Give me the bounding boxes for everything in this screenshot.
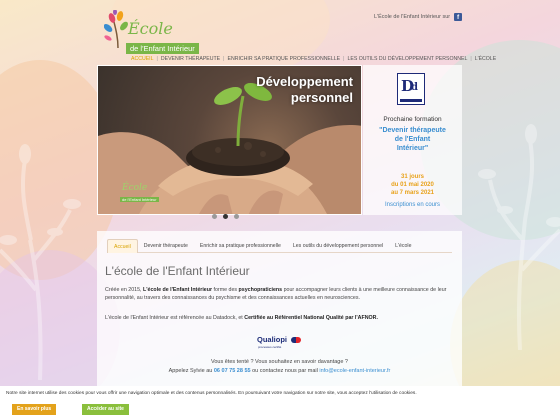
qualiopi-mark-icon xyxy=(291,337,301,343)
certification-paragraph: L'école de l'Enfant Intérieur est référe… xyxy=(105,315,378,321)
logo-title: École xyxy=(128,19,173,38)
tab-accueil[interactable]: Accueil xyxy=(107,238,138,253)
qualiopi-logo: Qualiopi processus certifié xyxy=(257,335,305,352)
nav-item-ecole[interactable]: L'ÉCOLE xyxy=(472,56,499,62)
hero-slider[interactable]: Développement personnel École de l'Enfan… xyxy=(97,65,362,215)
tab-ecole[interactable]: L'école xyxy=(389,239,417,253)
cta-question: Vous êtes tenté ? Vous souhaitez en savo… xyxy=(211,359,348,365)
promo-status[interactable]: Inscriptions en cours xyxy=(363,202,462,208)
cookie-accept-button[interactable]: Accéder au site xyxy=(82,404,129,415)
content-panel: Accueil Devenir thérapeute Enrichir sa p… xyxy=(97,231,462,401)
cta-contact: Appelez Sylvie au 06 07 75 28 55 ou cont… xyxy=(168,368,391,374)
facebook-link[interactable]: L'École de l'Enfant Intérieur sur f xyxy=(374,13,463,21)
slider-dot-active[interactable] xyxy=(223,214,228,219)
nav-item-enrichir-pratique[interactable]: ENRICHIR SA PRATIQUE PROFESSIONNELLE xyxy=(225,56,344,62)
cookie-more-button[interactable]: En savoir plus xyxy=(12,404,57,415)
facebook-link-text: L'École de l'Enfant Intérieur sur xyxy=(374,14,451,20)
page-title: L'école de l'Enfant Intérieur xyxy=(105,264,250,278)
slide-logo-title: École xyxy=(122,183,148,193)
intro-paragraph: Créée en 2015, L'école de l'Enfant Intér… xyxy=(105,287,447,302)
content-tabs: Accueil Devenir thérapeute Enrichir sa p… xyxy=(107,238,452,253)
tab-enrichir-pratique[interactable]: Enrichir sa pratique professionnelle xyxy=(194,239,287,253)
slider-pagination xyxy=(212,214,239,219)
slider-dot[interactable] xyxy=(234,214,239,219)
nav-item-accueil[interactable]: ACCUEIL xyxy=(128,56,157,62)
slide-logo: École de l'Enfant Intérieur xyxy=(116,180,176,210)
qualiopi-name: Qualiopi xyxy=(257,335,287,344)
facebook-icon: f xyxy=(454,13,463,21)
email-link[interactable]: info@ecole-enfant-interieur.fr xyxy=(319,368,390,374)
slide-title-line1: Développement xyxy=(256,74,353,89)
qualiopi-sub: processus certifié xyxy=(258,345,282,349)
slide-title-line2: personnel xyxy=(290,90,353,105)
datadock-logo: D d xyxy=(397,73,425,105)
tab-devenir-therapeute[interactable]: Devenir thérapeute xyxy=(138,239,194,253)
nav-item-devenir-therapeute[interactable]: DEVENIR THÉRAPEUTE xyxy=(158,56,223,62)
promo-dates: 31 jours du 01 mai 2020 au 7 mars 2021 xyxy=(390,174,435,196)
next-training-panel[interactable]: D d Prochaine formation "Devenir thérape… xyxy=(363,65,462,215)
main-nav: ACCUEIL | DEVENIR THÉRAPEUTE | ENRICHIR … xyxy=(128,54,499,63)
tree-decoration-right xyxy=(478,124,560,350)
slide-title: Développement personnel xyxy=(256,74,353,106)
phone-link[interactable]: 06 07 75 28 55 xyxy=(214,368,251,374)
nav-item-outils-developpement[interactable]: LES OUTILS DU DÉVELOPPEMENT PERSONNEL xyxy=(345,56,471,62)
tab-outils-developpement[interactable]: Les outils du développement personnel xyxy=(287,239,389,253)
logo-subtitle: de l'Enfant Intérieur xyxy=(126,43,199,54)
slide-logo-subtitle: de l'Enfant Intérieur xyxy=(120,197,159,202)
slider-dot[interactable] xyxy=(212,214,217,219)
cookie-banner: Notre site internet utilise des cookies … xyxy=(0,386,560,420)
tree-decoration-left xyxy=(0,144,81,380)
promo-kicker: Prochaine formation xyxy=(383,116,442,123)
promo-title[interactable]: "Devenir thérapeute de l'Enfant Intérieu… xyxy=(363,126,462,153)
cookie-text: Notre site internet utilise des cookies … xyxy=(6,391,417,396)
